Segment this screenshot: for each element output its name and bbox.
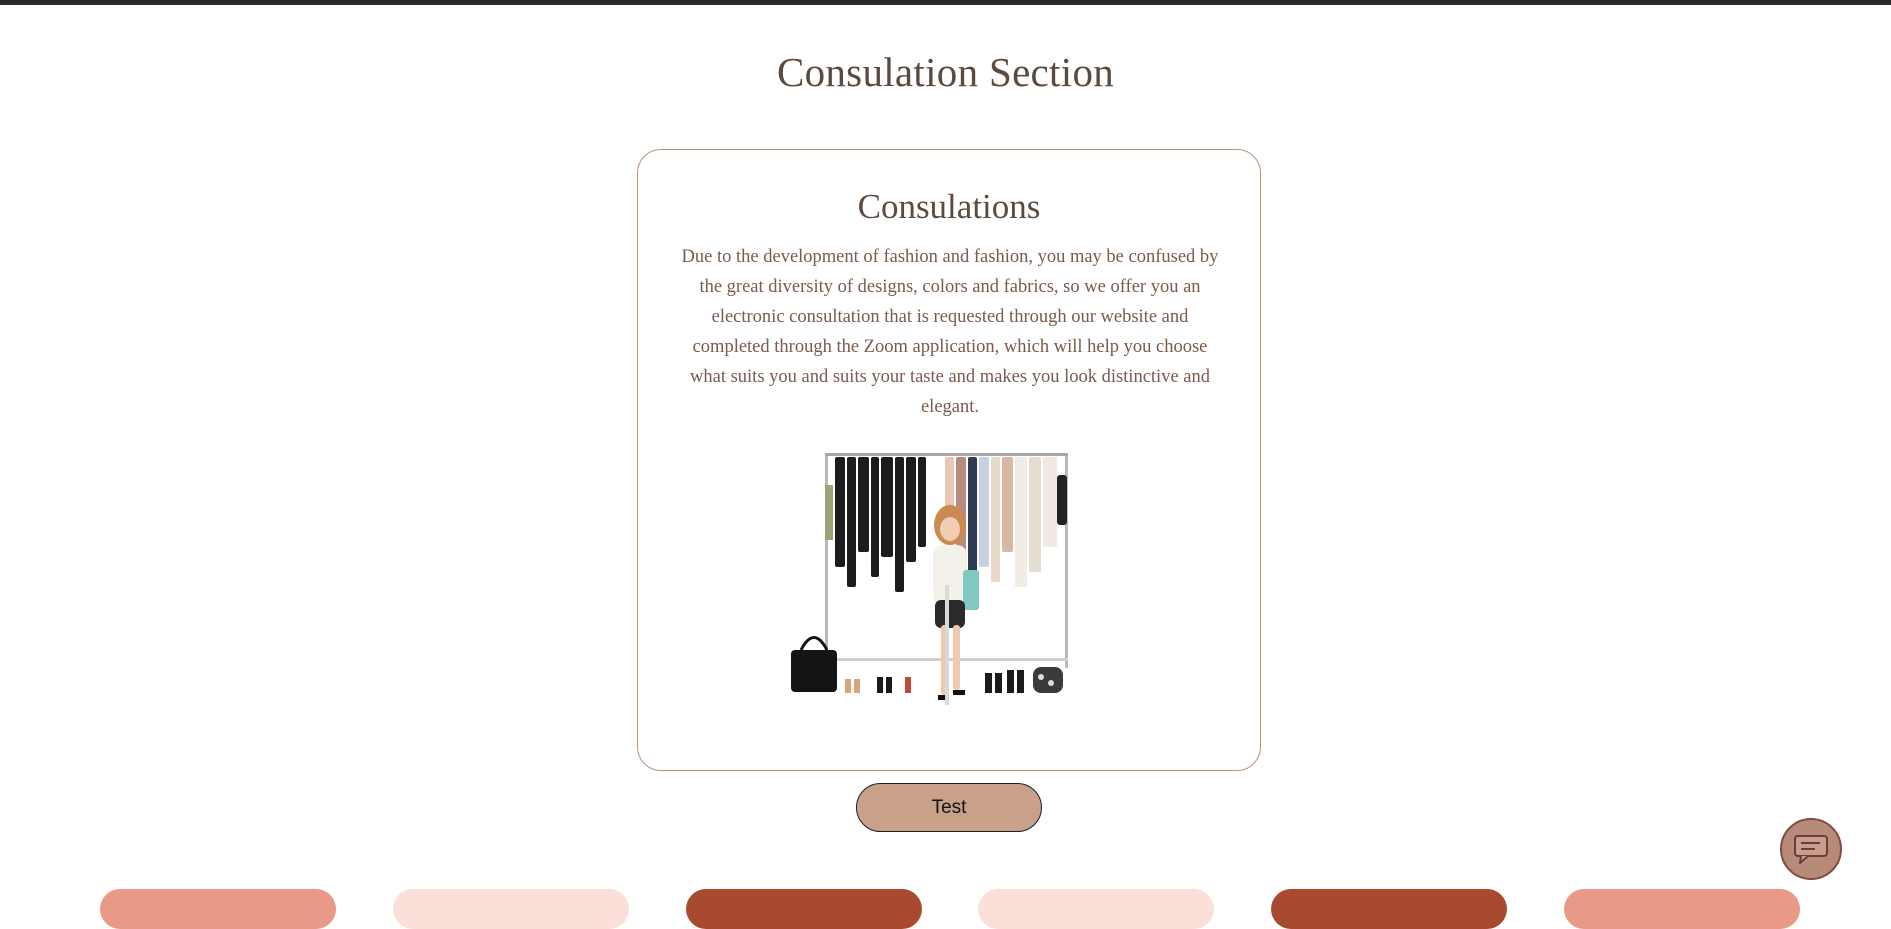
card-description: Due to the development of fashion and fa… bbox=[681, 247, 1219, 417]
wardrobe-photo bbox=[791, 453, 1068, 705]
test-button[interactable]: Test bbox=[856, 783, 1042, 832]
category-tile-2[interactable] bbox=[393, 889, 629, 929]
card-title: Consulations bbox=[857, 187, 1041, 226]
consultation-card: Consulations Due to the development of f… bbox=[637, 149, 1261, 771]
category-tile-4[interactable] bbox=[978, 889, 1214, 929]
chat-bubble-icon bbox=[1794, 835, 1828, 864]
top-bar bbox=[0, 0, 1891, 5]
section-title: Consulation Section bbox=[776, 49, 1115, 95]
chat-button[interactable] bbox=[1780, 818, 1842, 880]
category-tile-1[interactable] bbox=[100, 889, 336, 929]
category-tile-6[interactable] bbox=[1564, 889, 1800, 929]
category-tile-5[interactable] bbox=[1271, 889, 1507, 929]
category-tile-3[interactable] bbox=[686, 889, 922, 929]
